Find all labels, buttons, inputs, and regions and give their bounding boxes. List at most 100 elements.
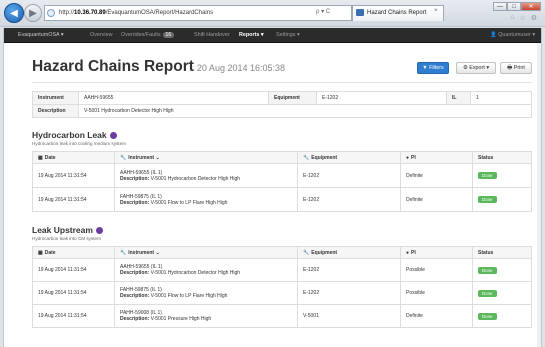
row-instrument: AAHH-59655 (IL 1) Description: V-5001 Hyd… [114, 258, 298, 282]
column-header-instrument[interactable]: 🔧 Instrument ⌄ [114, 151, 298, 164]
info-table: Instrument AAHH-59655 Equipment E-1202 I… [32, 91, 532, 118]
row-description: V-5001 Flow to LP Flare High High [150, 293, 228, 299]
row-description: V-5001 Flow to LP Flare High High [150, 199, 228, 206]
wrench-icon: 🔧 [303, 154, 310, 161]
table-row[interactable]: 19 Aug 2014 11:31:54 FAHH-59875 (IL 1) De… [32, 187, 532, 212]
row-instrument: AAHH-59655 (IL 1) Description: V-5001 Hyd… [114, 163, 298, 188]
nav-item-shift-handover[interactable]: Shift Handover [194, 32, 230, 38]
table-row[interactable]: 19 Aug 2014 11:31:54 AAHH-59655 (IL 1) De… [32, 163, 532, 188]
home-icon[interactable]: ⌂ [510, 14, 514, 22]
browser-tab[interactable]: Hazard Chains Report [352, 5, 444, 21]
nav-item-overrides-label: Overrides/Faults [121, 32, 161, 38]
nav-user-menu[interactable]: 👤 Quantumuser ▾ [490, 32, 535, 38]
status-badge: Done [478, 289, 497, 297]
column-header-pi[interactable]: ● PI [400, 246, 473, 259]
row-equipment: E-1202 [297, 258, 401, 282]
row-status-cell: Done [472, 304, 532, 328]
print-button[interactable]: 🖶 Print [500, 62, 532, 74]
nav-brand[interactable]: EvaquantumOSA ▾ [18, 32, 64, 38]
nav-item-overrides-faults[interactable]: Overrides/Faults 16 [121, 32, 175, 38]
column-header-date-label: Date [44, 249, 56, 256]
browser-toolbar: ◀ ▶ http://10.36.70.89/EvaquantumOSA/Rep… [0, 0, 545, 27]
report-date: 20 Aug 2014 16:05:38 [196, 63, 286, 73]
hazard-table-hydrocarbon-leak: ▦ Date 🔧 Instrument ⌄ 🔧 Equipment ● PI Statu… [32, 151, 532, 212]
forward-arrow-icon[interactable]: ▶ [24, 4, 42, 22]
settings-gear-icon[interactable]: ⚙ [531, 14, 537, 22]
address-bar[interactable]: http://10.36.70.89/EvaquantumOSA/Report/… [44, 5, 352, 21]
nav-item-overview[interactable]: Overview [90, 32, 112, 38]
row-pi: Possible [400, 281, 473, 305]
row-status-cell: Done [472, 281, 532, 305]
instrument-label: Instrument [32, 91, 79, 105]
column-header-date[interactable]: ▦ Date [32, 151, 115, 164]
il-label: IL [446, 91, 471, 105]
table-row[interactable]: 19 Aug 2014 11:31:54 PAHH-59008 (IL 1) De… [32, 304, 532, 328]
row-date: 19 Aug 2014 11:31:54 [32, 304, 115, 328]
row-pi: Definite [400, 187, 473, 212]
browser-tool-icons: ⌂ ☆ ⚙ [510, 14, 537, 22]
page-icon [47, 9, 55, 17]
table-row[interactable]: 19 Aug 2014 11:31:54 AAHH-59655 (IL 1) De… [32, 258, 532, 282]
maximize-button[interactable]: □ [507, 2, 521, 11]
close-window-button[interactable]: ✕ [521, 2, 541, 11]
column-header-equipment-label: Equipment [311, 154, 338, 161]
status-badge: Done [478, 172, 497, 179]
page-header: Hazard Chains Report 20 Aug 2014 16:05:38 [32, 58, 285, 76]
instrument-value: AAHH-59655 [78, 91, 269, 105]
row-status-cell: Done [472, 187, 532, 212]
address-tools[interactable]: ρ ▾ C [316, 8, 330, 15]
page-scrollbar[interactable] [537, 43, 541, 347]
column-header-equipment[interactable]: 🔧 Equipment [297, 151, 401, 164]
row-date: 19 Aug 2014 11:31:54 [32, 258, 115, 282]
row-equipment: E-1202 [297, 163, 401, 188]
status-badge: Done [478, 312, 497, 320]
section-title-text: Hydrocarbon Leak [32, 130, 107, 140]
row-description-label: Description: [120, 270, 150, 276]
address-prefix: http:// [59, 10, 75, 16]
column-header-status[interactable]: Status [472, 151, 532, 164]
column-header-pi[interactable]: ● PI [400, 151, 473, 164]
row-equipment: E-1202 [297, 281, 401, 305]
table-header-row: ▦ Date 🔧 Instrument ⌄ 🔧 Equipment ● PI Statu… [32, 246, 532, 259]
column-header-status[interactable]: Status [472, 246, 532, 259]
back-arrow-icon[interactable]: ◀ [4, 3, 24, 23]
column-header-instrument-label: Instrument [128, 249, 155, 256]
row-status-cell: Done [472, 258, 532, 282]
row-pi: Definite [400, 304, 473, 328]
section-subtitle: Hydrocarbon leak into CM system [32, 236, 101, 241]
calendar-icon: ▦ [38, 249, 43, 256]
nav-item-settings[interactable]: Settings ▾ [276, 32, 300, 38]
column-header-date-label: Date [44, 154, 56, 161]
column-header-pi-label: PI [411, 249, 416, 256]
nav-item-reports[interactable]: Reports ▾ [239, 32, 264, 38]
row-description: V-5001 Hydrocarbon Detector High High [150, 270, 241, 276]
minimize-button[interactable]: — [493, 2, 507, 11]
column-header-instrument[interactable]: 🔧 Instrument ⌄ [114, 246, 298, 259]
filters-button[interactable]: ▼ Filters [417, 62, 449, 74]
table-row[interactable]: 19 Aug 2014 11:31:54 FAHH-59875 (IL 1) De… [32, 281, 532, 305]
pi-dot-icon: ● [406, 154, 410, 161]
status-badge: Done [478, 196, 497, 203]
row-description-label: Description: [120, 175, 150, 182]
row-pi: Definite [400, 163, 473, 188]
row-date: 19 Aug 2014 11:31:54 [32, 163, 115, 188]
app-page: EvaquantumOSA ▾ Overview Overrides/Fault… [3, 28, 542, 347]
pi-dot-icon: ● [406, 249, 410, 256]
wrench-icon: 🔧 [120, 154, 127, 161]
sort-chevron-icon: ⌄ [155, 249, 160, 256]
status-badge: Done [478, 266, 497, 274]
column-header-equipment[interactable]: 🔧 Equipment [297, 246, 401, 259]
section-indicator-dot [95, 226, 103, 234]
section-title-hydrocarbon-leak: Hydrocarbon Leak [32, 130, 117, 140]
row-instrument: PAHH-59008 (IL 1) Description: V-5001 Pre… [114, 304, 298, 328]
row-description-label: Description: [120, 199, 150, 206]
favorites-star-icon[interactable]: ☆ [519, 14, 525, 22]
tab-close-icon[interactable]: × [434, 8, 438, 14]
column-header-date[interactable]: ▦ Date [32, 246, 115, 259]
row-description: V-5001 Hydrocarbon Detector High High [150, 175, 241, 182]
row-date: 19 Aug 2014 11:31:54 [32, 281, 115, 305]
export-button[interactable]: ⚙ Export ▾ [456, 62, 496, 74]
row-description-label: Description: [120, 316, 150, 322]
hazard-table-leak-upstream: ▦ Date 🔧 Instrument ⌄ 🔧 Equipment ● PI Statu… [32, 246, 532, 328]
app-navbar: EvaquantumOSA ▾ Overview Overrides/Fault… [4, 28, 541, 43]
